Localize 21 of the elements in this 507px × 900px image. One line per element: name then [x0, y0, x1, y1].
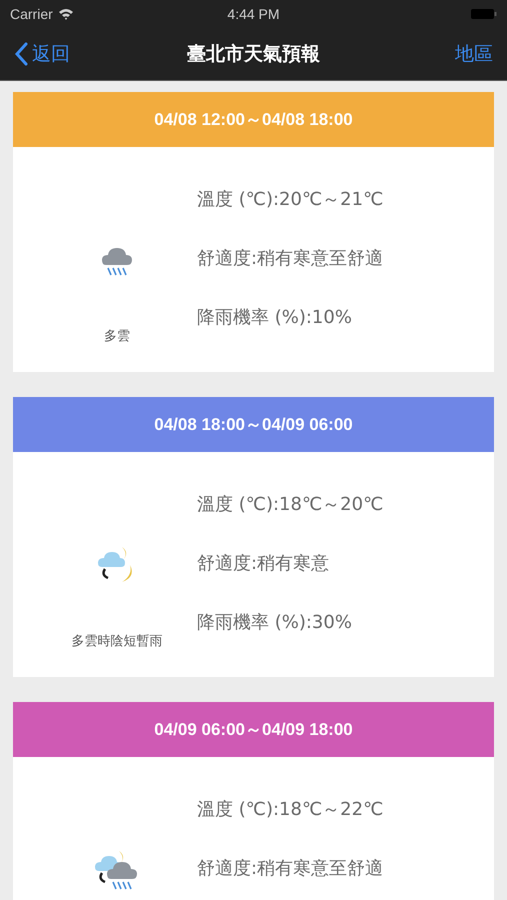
forecast-detail: 降雨機率 (%):30% — [197, 611, 353, 635]
carrier-label: Carrier — [10, 6, 53, 22]
period-header: 04/08 12:00～04/08 18:00 — [13, 92, 494, 147]
battery-icon — [471, 8, 497, 20]
nav-title: 臺北市天氣預報 — [187, 42, 320, 67]
period-header: 04/09 06:00～04/09 18:00 — [13, 702, 494, 757]
region-button[interactable]: 地區 — [455, 41, 493, 67]
forecast-detail: 溫度 (℃):18℃～20℃ — [197, 493, 384, 517]
period-header: 04/08 18:00～04/09 06:00 — [13, 397, 494, 452]
forecast-detail: 舒適度:稍有寒意至舒適 — [197, 857, 384, 881]
forecast-detail: 溫度 (℃):20℃～21℃ — [197, 188, 384, 212]
forecast-detail: 溫度 (℃):18℃～22℃ — [197, 798, 384, 822]
forecast-detail: 舒適度:稍有寒意 — [197, 552, 330, 576]
weather-description: 多雲時陰短暫雨 — [70, 633, 164, 650]
back-chevron-icon — [14, 42, 28, 66]
status-time: 4:44 PM — [227, 6, 280, 22]
back-button[interactable]: 返回 — [14, 41, 70, 67]
weather-description: 多雲 — [103, 328, 131, 345]
forecast-detail: 降雨機率 (%):10% — [197, 306, 353, 330]
forecast-detail: 舒適度:稍有寒意至舒適 — [197, 247, 384, 271]
wifi-icon — [58, 8, 74, 20]
